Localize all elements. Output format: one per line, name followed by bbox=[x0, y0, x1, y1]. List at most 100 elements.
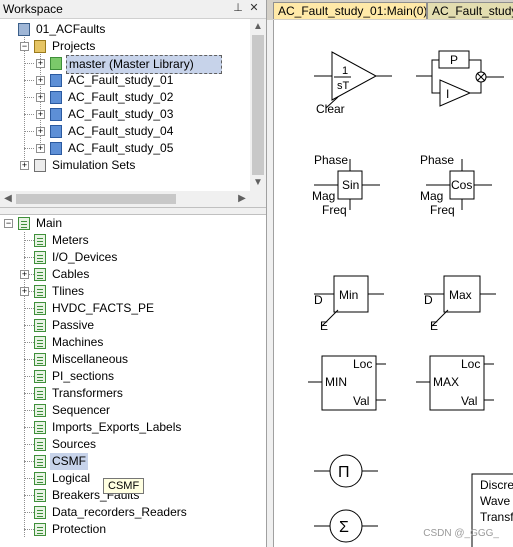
simulation-sets-label: Simulation Sets bbox=[52, 158, 136, 172]
project-item[interactable]: + AC_Fault_study_03 bbox=[0, 106, 250, 123]
product-symbol: Π bbox=[338, 464, 350, 481]
scroll-right-icon[interactable]: ▶ bbox=[234, 191, 250, 207]
project-icon bbox=[50, 91, 62, 104]
library-item[interactable]: Protection bbox=[0, 521, 250, 538]
project-item[interactable]: + AC_Fault_study_05 bbox=[0, 140, 250, 157]
expand-icon[interactable]: + bbox=[20, 287, 29, 296]
project-item[interactable]: + master (Master Library) bbox=[0, 55, 250, 74]
workspace-root-label: 01_ACFaults bbox=[36, 22, 106, 36]
vertical-scrollbar[interactable]: ▲ ▼ bbox=[250, 19, 266, 191]
partial-label: Transf bbox=[480, 510, 513, 524]
scrollbar-thumb[interactable] bbox=[252, 35, 264, 175]
library-item[interactable]: Miscellaneous bbox=[0, 351, 250, 368]
library-item[interactable]: CSMF bbox=[0, 453, 250, 470]
library-item[interactable]: Sources bbox=[0, 436, 250, 453]
expand-icon[interactable]: + bbox=[20, 161, 29, 170]
book-icon bbox=[34, 506, 46, 519]
library-item[interactable]: Data_recorders_Readers bbox=[0, 504, 250, 521]
project-item[interactable]: + AC_Fault_study_02 bbox=[0, 89, 250, 106]
max-e: E bbox=[430, 319, 438, 333]
library-item-label: Protection bbox=[52, 522, 107, 536]
project-label: AC_Fault_study_01 bbox=[68, 73, 174, 87]
book-icon bbox=[34, 319, 46, 332]
scroll-up-icon[interactable]: ▲ bbox=[250, 19, 266, 35]
min-val-label: Val bbox=[353, 394, 369, 408]
pi-controller-block[interactable] bbox=[416, 50, 504, 107]
library-item[interactable]: + Cables bbox=[0, 266, 250, 283]
book-icon bbox=[34, 353, 46, 366]
expand-icon[interactable]: + bbox=[36, 59, 45, 68]
library-item[interactable]: PI_sections bbox=[0, 368, 250, 385]
expand-icon[interactable]: + bbox=[36, 127, 45, 136]
expand-icon[interactable]: + bbox=[36, 76, 45, 85]
tooltip: CSMF bbox=[103, 478, 145, 494]
tab-main[interactable]: AC_Fault_study_01:Main(0) bbox=[273, 2, 427, 19]
project-item[interactable]: + AC_Fault_study_01 bbox=[0, 72, 250, 89]
collapse-icon[interactable]: − bbox=[20, 42, 29, 51]
watermark: CSDN @_GGG_ bbox=[423, 528, 499, 539]
book-icon bbox=[34, 455, 46, 468]
simulation-sets-node[interactable]: + Simulation Sets bbox=[0, 157, 250, 174]
library-item[interactable]: I/O_Devices bbox=[0, 249, 250, 266]
library-item[interactable]: Machines bbox=[0, 334, 250, 351]
library-item-label: HVDC_FACTS_PE bbox=[52, 301, 155, 315]
expand-icon[interactable]: + bbox=[36, 110, 45, 119]
book-icon bbox=[34, 472, 46, 485]
min-locator-block[interactable] bbox=[308, 355, 386, 411]
library-root[interactable]: − Main bbox=[0, 215, 250, 232]
projects-node[interactable]: − Projects bbox=[0, 38, 250, 55]
workspace-tree: 01_ACFaults − Projects + master (Master … bbox=[0, 19, 250, 191]
library-item[interactable]: Imports_Exports_Labels bbox=[0, 419, 250, 436]
library-item[interactable]: Passive bbox=[0, 317, 250, 334]
library-item[interactable]: HVDC_FACTS_PE bbox=[0, 300, 250, 317]
cos-name: Cos bbox=[451, 178, 472, 192]
library-item[interactable]: Sequencer bbox=[0, 402, 250, 419]
book-icon bbox=[34, 370, 46, 383]
tab-second[interactable]: AC_Fault_study_ bbox=[427, 2, 513, 19]
tab-bar: AC_Fault_study_01:Main(0) AC_Fault_study… bbox=[267, 0, 513, 20]
pi-p-label: P bbox=[450, 53, 458, 67]
project-label: AC_Fault_study_03 bbox=[68, 107, 174, 121]
scroll-down-icon[interactable]: ▼ bbox=[250, 175, 266, 191]
scrollbar-thumb[interactable] bbox=[16, 194, 176, 204]
project-item[interactable]: + AC_Fault_study_04 bbox=[0, 123, 250, 140]
integrator-block[interactable] bbox=[314, 51, 392, 109]
close-icon[interactable]: ✕ bbox=[248, 2, 260, 15]
integrator-den: sT bbox=[337, 80, 350, 92]
book-icon bbox=[34, 438, 46, 451]
pin-icon[interactable]: ⊥ bbox=[232, 2, 244, 15]
expand-icon[interactable]: + bbox=[20, 270, 29, 279]
horizontal-scrollbar[interactable]: ◀ ▶ bbox=[0, 191, 266, 207]
project-icon bbox=[50, 125, 62, 138]
scroll-left-icon[interactable]: ◀ bbox=[0, 191, 16, 207]
library-item[interactable]: + Tlines bbox=[0, 283, 250, 300]
book-icon bbox=[34, 421, 46, 434]
max-loc-name: MAX bbox=[433, 375, 459, 389]
library-item[interactable]: Transformers bbox=[0, 385, 250, 402]
book-icon bbox=[34, 489, 46, 502]
project-icon bbox=[50, 142, 62, 155]
book-icon bbox=[34, 234, 46, 247]
workspace-root[interactable]: 01_ACFaults bbox=[0, 21, 250, 38]
schematic-area: AC_Fault_study_01:Main(0) AC_Fault_study… bbox=[267, 0, 513, 547]
schematic-canvas[interactable]: 1 sT Clear P I Sin Phase Mag Freq Cos Ph… bbox=[273, 20, 513, 547]
integrator-num: 1 bbox=[342, 65, 348, 77]
workspace-title: Workspace bbox=[3, 2, 63, 16]
expand-icon[interactable]: + bbox=[36, 93, 45, 102]
project-label: AC_Fault_study_02 bbox=[68, 90, 174, 104]
book-icon bbox=[34, 387, 46, 400]
min-d: D bbox=[314, 293, 323, 307]
library-item-label: Cables bbox=[52, 267, 90, 281]
project-icon bbox=[50, 74, 62, 87]
expand-icon[interactable]: + bbox=[36, 144, 45, 153]
left-panel: Workspace ⊥ ✕ 01_ACFaults − Projects + m… bbox=[0, 0, 267, 547]
library-item[interactable]: Meters bbox=[0, 232, 250, 249]
partial-label: Discre bbox=[480, 478, 513, 492]
max-name: Max bbox=[449, 288, 472, 302]
library-item-label: Logical bbox=[52, 471, 91, 485]
project-icon bbox=[50, 108, 62, 121]
max-d: D bbox=[424, 293, 433, 307]
projects-label: Projects bbox=[52, 39, 96, 53]
collapse-icon[interactable]: − bbox=[4, 219, 13, 228]
folder-icon bbox=[34, 40, 46, 53]
